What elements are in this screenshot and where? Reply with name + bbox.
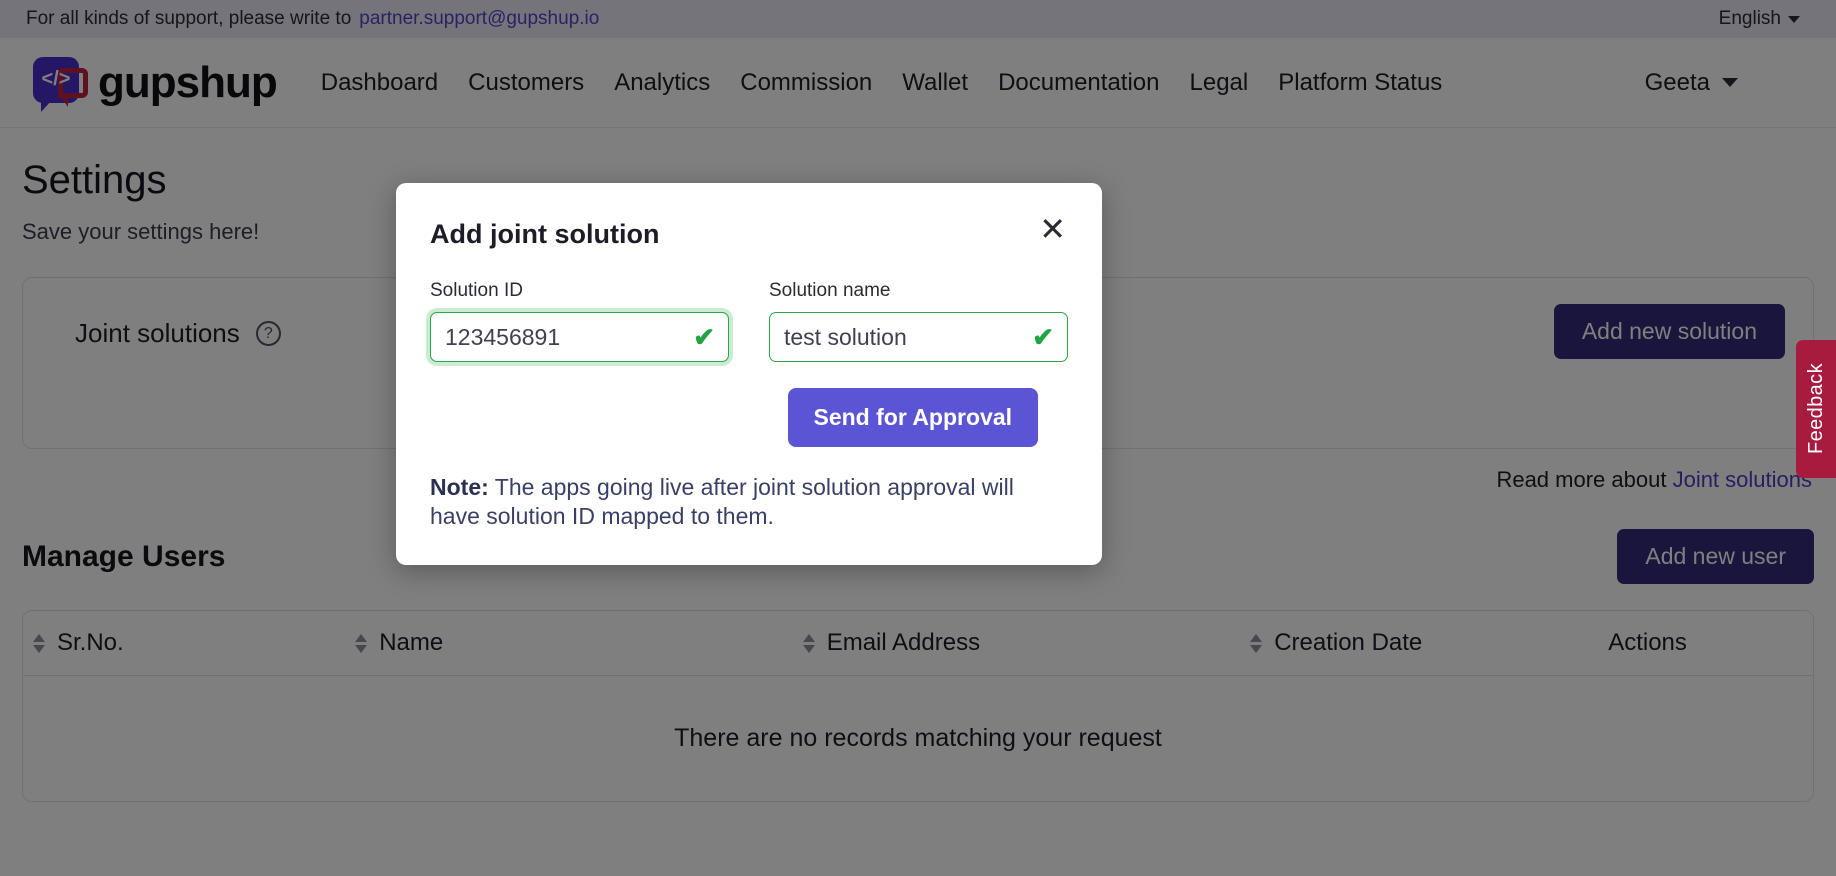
solution-id-input-shell: ✔	[430, 312, 729, 362]
solution-id-field-group: Solution ID ✔	[430, 280, 729, 362]
solution-name-input-shell: ✔	[769, 312, 1068, 362]
modal-note: Note: The apps going live after joint so…	[430, 473, 1068, 531]
app-root: For all kinds of support, please write t…	[0, 0, 1836, 876]
valid-check-icon: ✔	[693, 322, 715, 352]
feedback-label: Feedback	[1804, 363, 1827, 455]
solution-id-label: Solution ID	[430, 280, 523, 301]
solution-name-label: Solution name	[769, 280, 891, 301]
solution-name-input[interactable]	[770, 313, 1067, 361]
close-icon[interactable]: ✕	[1037, 213, 1068, 245]
solution-name-field-group: Solution name ✔	[769, 280, 1068, 362]
solution-id-input[interactable]	[431, 313, 728, 361]
modal-title: Add joint solution	[430, 219, 660, 249]
modal-actions: Send for Approval	[430, 388, 1068, 447]
note-text: The apps going live after joint solution…	[430, 474, 1014, 529]
modal-fields: Solution ID ✔ Solution name ✔	[430, 280, 1068, 362]
valid-check-icon: ✔	[1032, 322, 1054, 352]
feedback-tab[interactable]: Feedback	[1796, 340, 1836, 478]
add-joint-solution-modal: Add joint solution ✕ Solution ID ✔ Solut…	[396, 183, 1102, 565]
note-label: Note:	[430, 474, 489, 500]
send-for-approval-button[interactable]: Send for Approval	[787, 388, 1038, 447]
modal-header: Add joint solution ✕	[430, 213, 1068, 250]
